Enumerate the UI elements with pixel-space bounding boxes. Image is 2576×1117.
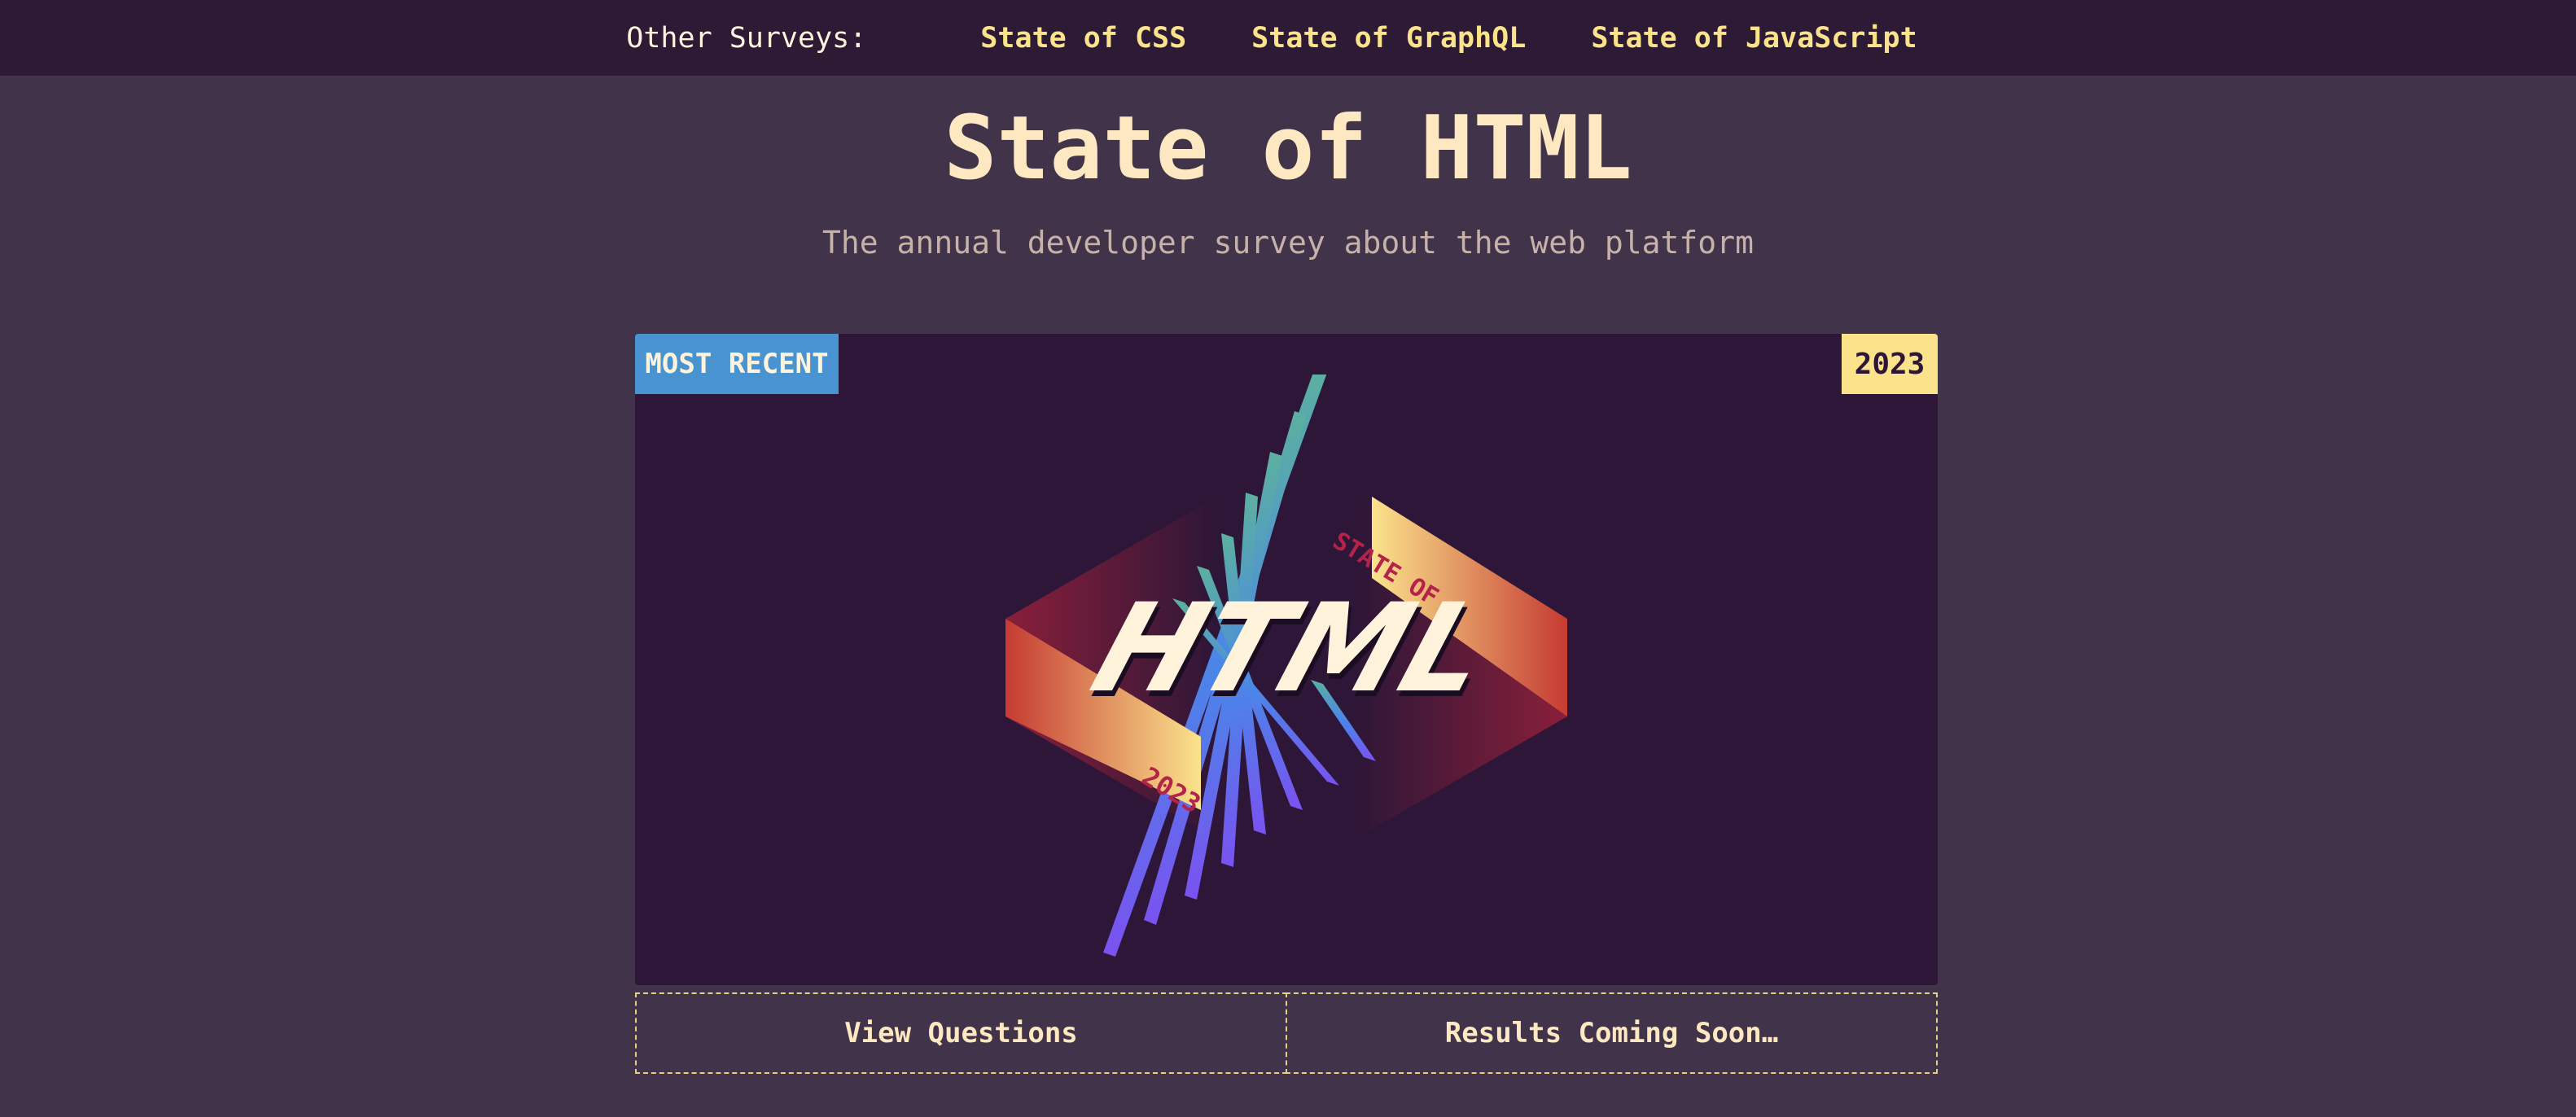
logo-html-text: HTML [1077,578,1508,720]
year-badge: 2023 [1842,334,1938,394]
link-state-of-css[interactable]: State of CSS [980,22,1186,55]
top-navigation-bar: Other Surveys: State of CSS State of Gra… [0,0,2576,76]
page-title: State of HTML [944,98,1632,199]
survey-card[interactable]: MOST RECENT 2023 HTML HTML STATE OF 2023 [635,334,1938,985]
link-state-of-javascript[interactable]: State of JavaScript [1591,22,1917,55]
card-actions: View Questions Results Coming Soon… [635,992,1938,1074]
most-recent-badge: MOST RECENT [635,334,839,394]
link-state-of-graphql[interactable]: State of GraphQL [1251,22,1526,55]
results-coming-soon-button[interactable]: Results Coming Soon… [1286,992,1938,1074]
view-questions-button[interactable]: View Questions [635,992,1287,1074]
page-subtitle: The annual developer survey about the we… [822,225,1754,261]
other-surveys-label: Other Surveys: [626,21,867,55]
state-of-html-logo: HTML HTML STATE OF 2023 [1005,375,1567,957]
